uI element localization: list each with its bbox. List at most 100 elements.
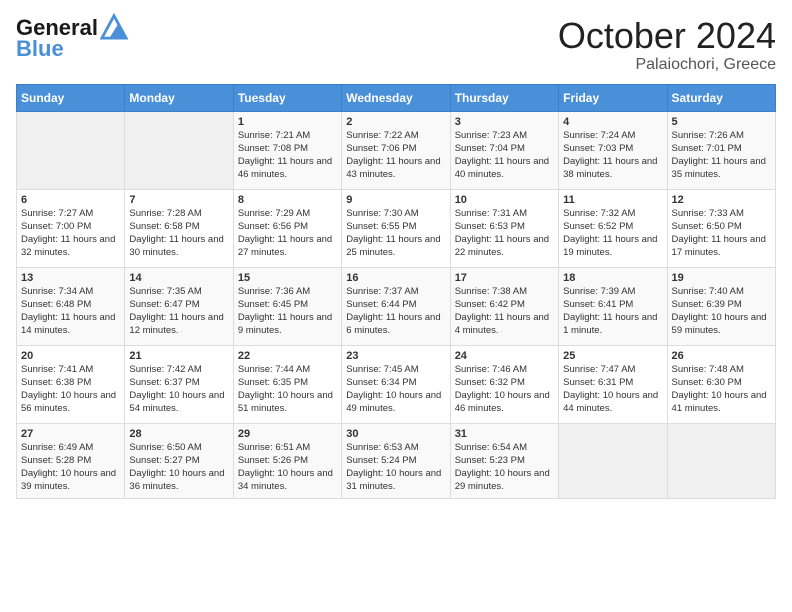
day-cell: 29Sunrise: 6:51 AMSunset: 5:26 PMDayligh… [233,423,341,498]
day-number: 29 [238,428,337,440]
day-number: 28 [129,428,228,440]
logo: General Blue [16,16,128,62]
day-number: 15 [238,272,337,284]
day-cell: 26Sunrise: 7:48 AMSunset: 6:30 PMDayligh… [667,345,775,423]
page-container: General Blue October 2024 Palaiochori, G… [0,0,792,507]
title-block: October 2024 Palaiochori, Greece [558,16,776,74]
sunset-text: Sunset: 7:00 PM [21,220,120,233]
day-info: Sunrise: 7:33 AMSunset: 6:50 PMDaylight:… [672,207,771,260]
day-info: Sunrise: 7:36 AMSunset: 6:45 PMDaylight:… [238,285,337,338]
sunrise-text: Sunrise: 7:46 AM [455,363,554,376]
day-number: 24 [455,350,554,362]
sunrise-text: Sunrise: 7:27 AM [21,207,120,220]
day-info: Sunrise: 7:47 AMSunset: 6:31 PMDaylight:… [563,363,662,416]
sunrise-text: Sunrise: 7:39 AM [563,285,662,298]
week-row-2: 6Sunrise: 7:27 AMSunset: 7:00 PMDaylight… [17,189,776,267]
day-info: Sunrise: 7:21 AMSunset: 7:08 PMDaylight:… [238,129,337,182]
day-number: 23 [346,350,445,362]
day-number: 17 [455,272,554,284]
day-cell: 16Sunrise: 7:37 AMSunset: 6:44 PMDayligh… [342,267,450,345]
day-cell: 28Sunrise: 6:50 AMSunset: 5:27 PMDayligh… [125,423,233,498]
day-cell: 24Sunrise: 7:46 AMSunset: 6:32 PMDayligh… [450,345,558,423]
day-cell: 27Sunrise: 6:49 AMSunset: 5:28 PMDayligh… [17,423,125,498]
sunset-text: Sunset: 6:31 PM [563,376,662,389]
sunrise-text: Sunrise: 7:23 AM [455,129,554,142]
month-title: October 2024 [558,16,776,56]
day-cell: 13Sunrise: 7:34 AMSunset: 6:48 PMDayligh… [17,267,125,345]
sunset-text: Sunset: 6:48 PM [21,298,120,311]
sunset-text: Sunset: 5:23 PM [455,454,554,467]
day-cell: 8Sunrise: 7:29 AMSunset: 6:56 PMDaylight… [233,189,341,267]
sunset-text: Sunset: 5:27 PM [129,454,228,467]
sunrise-text: Sunrise: 6:54 AM [455,441,554,454]
sunset-text: Sunset: 7:03 PM [563,142,662,155]
day-info: Sunrise: 6:50 AMSunset: 5:27 PMDaylight:… [129,441,228,494]
daylight-text: Daylight: 11 hours and 17 minutes. [672,233,771,260]
daylight-text: Daylight: 10 hours and 56 minutes. [21,389,120,416]
day-number: 19 [672,272,771,284]
sunrise-text: Sunrise: 7:48 AM [672,363,771,376]
daylight-text: Daylight: 11 hours and 6 minutes. [346,311,445,338]
sunset-text: Sunset: 6:56 PM [238,220,337,233]
day-cell: 2Sunrise: 7:22 AMSunset: 7:06 PMDaylight… [342,111,450,189]
sunset-text: Sunset: 6:50 PM [672,220,771,233]
day-cell: 15Sunrise: 7:36 AMSunset: 6:45 PMDayligh… [233,267,341,345]
day-number: 27 [21,428,120,440]
day-cell: 10Sunrise: 7:31 AMSunset: 6:53 PMDayligh… [450,189,558,267]
day-cell: 20Sunrise: 7:41 AMSunset: 6:38 PMDayligh… [17,345,125,423]
sunrise-text: Sunrise: 7:24 AM [563,129,662,142]
col-header-saturday: Saturday [667,84,775,111]
day-cell: 23Sunrise: 7:45 AMSunset: 6:34 PMDayligh… [342,345,450,423]
col-header-sunday: Sunday [17,84,125,111]
col-header-tuesday: Tuesday [233,84,341,111]
sunset-text: Sunset: 6:34 PM [346,376,445,389]
day-info: Sunrise: 7:40 AMSunset: 6:39 PMDaylight:… [672,285,771,338]
daylight-text: Daylight: 10 hours and 34 minutes. [238,467,337,494]
day-number: 3 [455,116,554,128]
day-info: Sunrise: 7:48 AMSunset: 6:30 PMDaylight:… [672,363,771,416]
daylight-text: Daylight: 11 hours and 30 minutes. [129,233,228,260]
day-info: Sunrise: 7:37 AMSunset: 6:44 PMDaylight:… [346,285,445,338]
day-cell: 5Sunrise: 7:26 AMSunset: 7:01 PMDaylight… [667,111,775,189]
daylight-text: Daylight: 10 hours and 44 minutes. [563,389,662,416]
day-cell: 25Sunrise: 7:47 AMSunset: 6:31 PMDayligh… [559,345,667,423]
day-info: Sunrise: 6:54 AMSunset: 5:23 PMDaylight:… [455,441,554,494]
day-info: Sunrise: 7:31 AMSunset: 6:53 PMDaylight:… [455,207,554,260]
sunset-text: Sunset: 6:30 PM [672,376,771,389]
day-cell: 22Sunrise: 7:44 AMSunset: 6:35 PMDayligh… [233,345,341,423]
day-number: 26 [672,350,771,362]
sunset-text: Sunset: 6:41 PM [563,298,662,311]
daylight-text: Daylight: 11 hours and 46 minutes. [238,155,337,182]
daylight-text: Daylight: 11 hours and 9 minutes. [238,311,337,338]
day-number: 4 [563,116,662,128]
daylight-text: Daylight: 10 hours and 36 minutes. [129,467,228,494]
day-cell [17,111,125,189]
calendar-header-row: SundayMondayTuesdayWednesdayThursdayFrid… [17,84,776,111]
sunset-text: Sunset: 6:58 PM [129,220,228,233]
day-cell: 21Sunrise: 7:42 AMSunset: 6:37 PMDayligh… [125,345,233,423]
daylight-text: Daylight: 11 hours and 4 minutes. [455,311,554,338]
sunset-text: Sunset: 5:24 PM [346,454,445,467]
daylight-text: Daylight: 11 hours and 32 minutes. [21,233,120,260]
sunset-text: Sunset: 7:06 PM [346,142,445,155]
col-header-wednesday: Wednesday [342,84,450,111]
day-number: 10 [455,194,554,206]
logo-icon [100,12,128,40]
day-cell: 30Sunrise: 6:53 AMSunset: 5:24 PMDayligh… [342,423,450,498]
week-row-4: 20Sunrise: 7:41 AMSunset: 6:38 PMDayligh… [17,345,776,423]
day-cell: 11Sunrise: 7:32 AMSunset: 6:52 PMDayligh… [559,189,667,267]
day-cell: 17Sunrise: 7:38 AMSunset: 6:42 PMDayligh… [450,267,558,345]
sunset-text: Sunset: 6:32 PM [455,376,554,389]
sunrise-text: Sunrise: 7:29 AM [238,207,337,220]
day-cell: 31Sunrise: 6:54 AMSunset: 5:23 PMDayligh… [450,423,558,498]
sunrise-text: Sunrise: 6:51 AM [238,441,337,454]
sunrise-text: Sunrise: 6:50 AM [129,441,228,454]
sunset-text: Sunset: 7:04 PM [455,142,554,155]
sunset-text: Sunset: 6:39 PM [672,298,771,311]
sunrise-text: Sunrise: 7:22 AM [346,129,445,142]
daylight-text: Daylight: 10 hours and 51 minutes. [238,389,337,416]
calendar-table: SundayMondayTuesdayWednesdayThursdayFrid… [16,84,776,499]
day-number: 25 [563,350,662,362]
sunrise-text: Sunrise: 6:53 AM [346,441,445,454]
sunrise-text: Sunrise: 7:21 AM [238,129,337,142]
